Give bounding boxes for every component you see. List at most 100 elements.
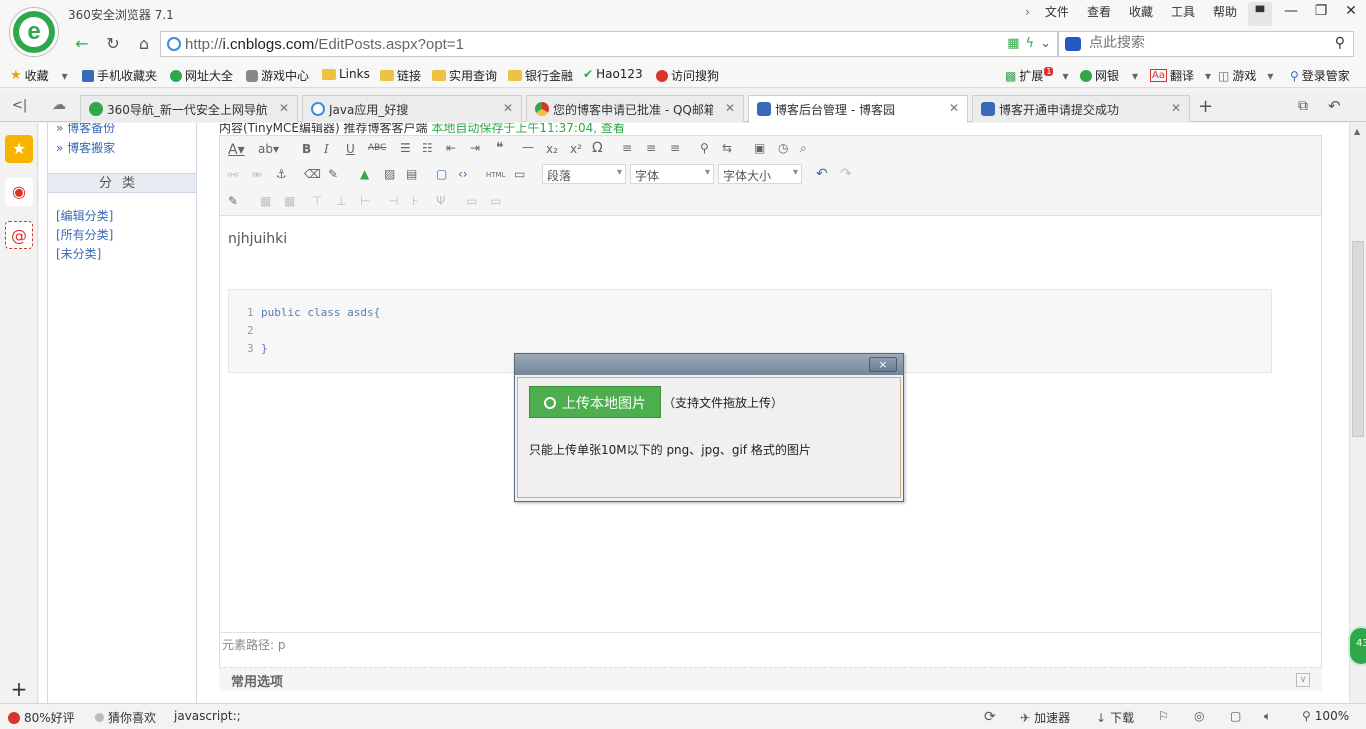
guess-status[interactable]: 猜你喜欢 [95, 709, 156, 726]
browser-icon[interactable]: ◎ [1194, 709, 1204, 723]
all-category-link[interactable]: [所有分类] [56, 226, 113, 243]
find-icon[interactable]: ⚲ [700, 141, 709, 155]
paste-icon[interactable]: ▣ [754, 141, 765, 155]
scroll-thumb[interactable] [1352, 241, 1364, 437]
dialog-close-button[interactable]: × [869, 357, 897, 372]
dialog-titlebar[interactable]: × [515, 354, 903, 375]
replace-icon[interactable]: ⇆ [722, 141, 732, 155]
undo-close-icon[interactable]: ↶ [1328, 97, 1341, 115]
insert-code-icon[interactable]: ▢ [436, 167, 447, 181]
upload-local-image-button[interactable]: 上传本地图片 [529, 386, 661, 418]
tab-close-icon[interactable]: ✕ [279, 101, 289, 115]
brush-icon[interactable]: ✎ [328, 167, 338, 181]
highlight-icon[interactable]: ab▾ [258, 142, 279, 156]
menu-view[interactable]: 查看 [1078, 4, 1120, 20]
url-text[interactable]: http://i.cnblogs.com/EditPosts.aspx?opt=… [185, 36, 464, 53]
blog-move-link[interactable]: » 博客搬家 [56, 139, 115, 156]
edit-category-link[interactable]: [编辑分类] [56, 207, 113, 224]
align-left-icon[interactable]: ≡ [622, 141, 632, 155]
anchor-icon[interactable]: ⚓ [276, 167, 287, 181]
bookmark-hao123[interactable]: ✔ Hao123 [583, 67, 643, 81]
bookmark-bank[interactable]: 银行金融 [508, 67, 573, 84]
tab-blog-apply[interactable]: 博客开通申请提交成功 ✕ [972, 95, 1190, 122]
blog-backup-link[interactable]: » 博客备份 [56, 123, 115, 136]
mail-icon[interactable]: @ [5, 221, 33, 249]
search-engine-icon[interactable] [1065, 37, 1081, 51]
menu-help[interactable]: 帮助 [1204, 4, 1246, 20]
weibo-icon[interactable]: ◉ [5, 178, 33, 206]
font-color-icon[interactable]: A▾ [228, 142, 245, 158]
flag-icon[interactable]: ⚐ [1158, 709, 1169, 723]
chevron-down-icon[interactable]: ▾ [1132, 69, 1138, 83]
editor-body-text[interactable]: njhjuihki [228, 231, 287, 247]
favorites-star-icon[interactable]: ★ [5, 135, 33, 163]
search-icon[interactable]: ⚲ [1335, 35, 1345, 51]
tab-list-icon[interactable]: ⧉ [1298, 98, 1308, 114]
window-icon[interactable]: ▢ [1230, 709, 1241, 723]
search-box[interactable]: ⚲ [1058, 31, 1354, 57]
code-icon[interactable]: ‹› [458, 167, 468, 181]
close-window-button[interactable]: ✕ [1336, 0, 1366, 24]
file-icon[interactable]: ▤ [406, 167, 417, 181]
refresh-status-icon[interactable]: ⟳ [984, 709, 996, 725]
underline-icon[interactable]: U [346, 142, 355, 156]
outdent-icon[interactable]: ⇤ [446, 141, 456, 155]
download-button[interactable]: ↓ 下载 [1096, 709, 1134, 726]
translate-button[interactable]: Aa 翻译 ▾ [1150, 67, 1211, 84]
lightning-icon[interactable]: ϟ [1026, 36, 1035, 51]
expand-icon[interactable]: ∨ [1296, 673, 1310, 687]
browser-logo-icon[interactable]: e [10, 8, 58, 56]
italic-icon[interactable]: I [324, 142, 329, 156]
zoom-control[interactable]: ⚲ 100% [1302, 709, 1349, 723]
vertical-scrollbar[interactable]: ▲ [1349, 123, 1366, 703]
special-char-icon[interactable]: Ω [592, 140, 603, 156]
quote-icon[interactable]: ❝ [496, 140, 504, 156]
strikethrough-icon[interactable]: ABC [368, 143, 386, 153]
bullet-list-icon[interactable]: ☰ [400, 141, 411, 155]
font-size-select[interactable]: 字体大小 [718, 164, 802, 184]
home-button[interactable]: ⌂ [132, 32, 156, 56]
autosave-text[interactable]: 本地自动保存于上午11:37:04, 查看 [431, 123, 625, 135]
chevron-down-icon[interactable]: ▾ [1062, 69, 1068, 83]
bookmark-query[interactable]: 实用查询 [432, 67, 497, 84]
search-input[interactable] [1089, 35, 1319, 51]
tab-close-icon[interactable]: ✕ [1171, 101, 1181, 115]
subscript-icon[interactable]: x₂ [546, 142, 558, 156]
extensions-button[interactable]: ▩ 扩展 1 ▾ [1005, 67, 1068, 84]
bookmark-sogou[interactable]: 访问搜狗 [656, 67, 719, 84]
accelerator-button[interactable]: ✈ 加速器 [1020, 709, 1070, 726]
preview-icon[interactable]: ▭ [514, 167, 525, 181]
bookmark-games[interactable]: 游戏中心 [246, 67, 309, 84]
skin-icon[interactable]: ▀ [1248, 2, 1272, 26]
chevron-down-icon[interactable]: ▾ [1267, 69, 1273, 83]
sidebar-toggle-icon[interactable]: <| [12, 98, 27, 113]
menu-file[interactable]: 文件 [1036, 4, 1078, 20]
new-tab-button[interactable]: + [1198, 96, 1213, 117]
dropdown-icon[interactable]: ⌄ [1040, 36, 1051, 51]
scroll-up-icon[interactable]: ▲ [1354, 127, 1360, 136]
bold-icon[interactable]: B [302, 142, 311, 156]
refresh-button[interactable]: ↻ [101, 32, 125, 56]
tab-close-icon[interactable]: ✕ [725, 101, 735, 115]
games-button[interactable]: ◫ 游戏 ▾ [1218, 67, 1273, 84]
menu-tools[interactable]: 工具 [1162, 4, 1204, 20]
indent-icon[interactable]: ⇥ [470, 141, 480, 155]
html-icon[interactable]: HTML [486, 171, 505, 179]
chevron-right-icon[interactable]: › [1016, 4, 1036, 20]
cloud-icon[interactable]: ☁ [52, 97, 66, 113]
align-right-icon[interactable]: ≡ [670, 141, 680, 155]
menu-favorites[interactable]: 收藏 [1120, 4, 1162, 20]
minimize-button[interactable]: — [1276, 0, 1306, 24]
horizontal-rule-icon[interactable]: — [522, 140, 534, 154]
url-bar[interactable]: http://i.cnblogs.com/EditPosts.aspx?opt=… [160, 31, 1058, 57]
timestamp-icon[interactable]: ◷ [778, 141, 788, 155]
upload-image-icon[interactable]: ▲ [360, 167, 369, 181]
font-select[interactable]: 字体 [630, 164, 714, 184]
qrcode-icon[interactable]: ▦ [1007, 36, 1019, 51]
bookmark-mobile[interactable]: 手机收藏夹 [82, 67, 157, 84]
netbank-button[interactable]: 网银 ▾ [1080, 67, 1138, 84]
undo-icon[interactable]: ↶ [816, 166, 828, 182]
tab-cnblogs-admin[interactable]: 博客后台管理 - 博客园 ✕ [748, 95, 968, 123]
eraser-icon[interactable]: ⌫ [304, 167, 321, 181]
bookmark-favorites[interactable]: ★ 收藏 ▾ [10, 67, 68, 84]
